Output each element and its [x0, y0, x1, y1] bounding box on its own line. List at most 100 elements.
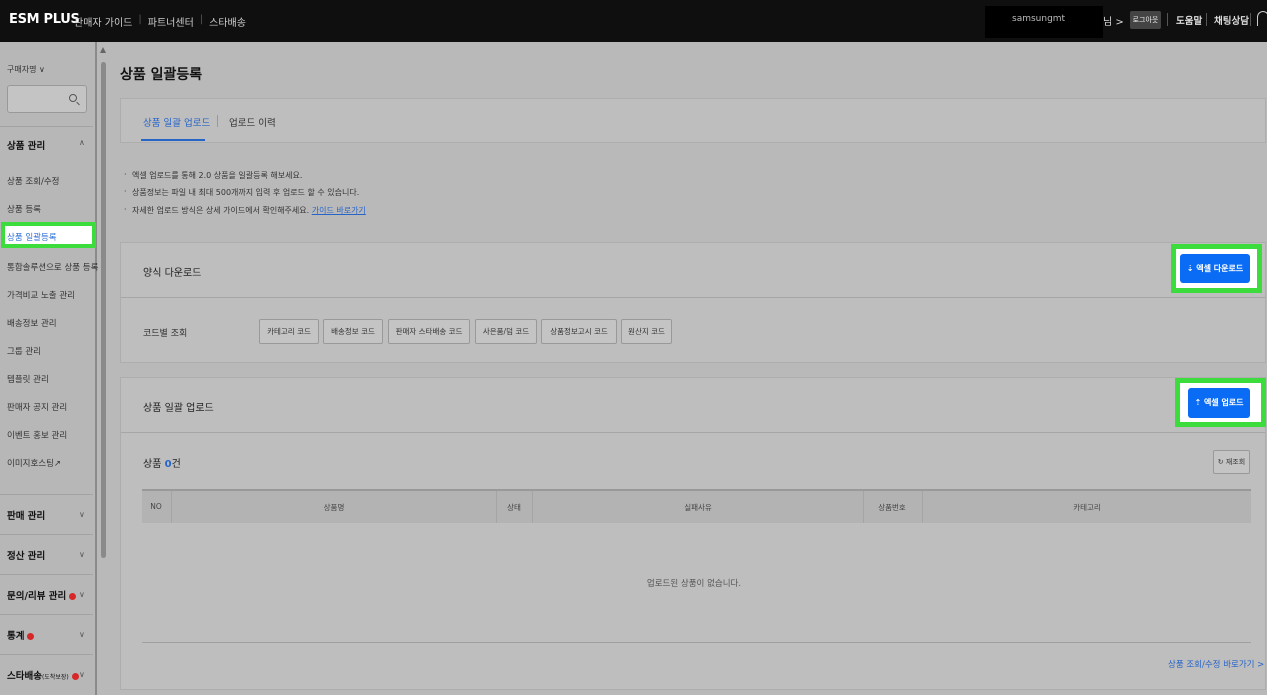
sidebar-section-star-delivery[interactable]: 스타배송(도착보장)	[7, 668, 79, 682]
search-icon[interactable]	[69, 94, 77, 102]
column-status: 상태	[507, 503, 521, 512]
divider	[121, 432, 1265, 433]
top-bar: ESM PLUS 판매자 가이드 | 파트너센터 | 스타배송 samsungm…	[0, 0, 1267, 42]
esm-logo[interactable]: ESM PLUS	[9, 12, 80, 27]
sidebar-search-input[interactable]	[7, 85, 87, 113]
divider	[532, 491, 533, 523]
guide-link[interactable]: 가이드 바로가기	[312, 206, 366, 215]
divider	[0, 614, 93, 615]
help-link[interactable]: 도움말	[1176, 13, 1202, 27]
sidebar-item-event[interactable]: 이벤트 홍보 관리	[7, 429, 67, 441]
bullet: ·	[124, 205, 127, 214]
chevron-down-icon[interactable]: ∨	[79, 590, 85, 599]
chevron-down-icon[interactable]: ∨	[79, 670, 85, 679]
sidebar-section-inquiry[interactable]: 문의/리뷰 관리	[7, 588, 77, 602]
category-code-button[interactable]: 카테고리 코드	[259, 319, 319, 344]
sidebar-item-image-hosting[interactable]: 이미지호스팅↗	[7, 457, 61, 469]
excel-upload-button[interactable]: ⇡ 엑셀 업로드	[1188, 388, 1250, 418]
divider	[217, 115, 218, 127]
bullet: ·	[124, 170, 127, 179]
sidebar-item-shipping-info[interactable]: 배송정보 관리	[7, 317, 57, 329]
divider	[0, 574, 93, 575]
chevron-up-icon[interactable]: ∧	[79, 138, 85, 147]
logout-button[interactable]: 로그아웃	[1130, 11, 1161, 29]
sidebar-section-sales[interactable]: 판매 관리	[7, 508, 45, 522]
column-no: NO	[150, 502, 162, 511]
divider	[0, 494, 93, 495]
excel-download-button[interactable]: ⇣ 엑셀 다운로드	[1180, 254, 1250, 283]
active-tab-indicator	[141, 139, 205, 141]
count-suffix: 건	[171, 459, 181, 470]
reload-button[interactable]: ↻ 재조회	[1213, 450, 1250, 474]
column-category: 카테고리	[1073, 503, 1101, 512]
new-badge-icon	[71, 673, 79, 680]
sidebar-item-template[interactable]: 템플릿 관리	[7, 373, 49, 385]
sidebar-section-settlement[interactable]: 정산 관리	[7, 548, 45, 562]
table-header: NO 상품명 상태 실패사유 상품번호 카테고리	[142, 489, 1251, 523]
section-label: 통계	[7, 631, 25, 642]
sidebar-item-solution-register[interactable]: 통합솔루션으로 상품 등록	[7, 261, 98, 273]
chevron-down-icon[interactable]: ∨	[79, 550, 85, 559]
scroll-up-arrow-icon[interactable]	[100, 47, 106, 53]
notice-text: 자세한 업로드 방식은 상세 가이드에서 확인해주세요.	[132, 206, 310, 215]
gift-code-button[interactable]: 사은품/덤 코드	[475, 319, 537, 344]
divider	[0, 126, 93, 127]
sidebar-item-group[interactable]: 그룹 관리	[7, 345, 41, 357]
shipping-code-button[interactable]: 배송정보 코드	[323, 319, 383, 344]
seller-guide-link[interactable]: 판매자 가이드	[74, 14, 132, 29]
upload-section-title: 상품 일괄 업로드	[143, 403, 214, 414]
product-search-shortcut-link[interactable]: 상품 조회/수정 바로가기 >	[1168, 658, 1264, 670]
column-fail-reason: 실패사유	[684, 503, 712, 512]
sidebar-section-stats[interactable]: 통계	[7, 628, 35, 642]
page-title: 상품 일괄등록	[120, 67, 203, 83]
divider	[171, 491, 172, 523]
divider: |	[199, 14, 204, 25]
origin-code-button[interactable]: 원산지 코드	[621, 319, 672, 344]
notice-line: · 상품정보는 파일 내 최대 500개까지 입력 후 업로드 할 수 있습니다.	[124, 187, 360, 198]
buyer-name-dropdown[interactable]: 구매자명 ∨	[7, 64, 45, 75]
product-count: 상품 0건	[143, 455, 181, 470]
user-suffix[interactable]: 님 >	[1103, 13, 1124, 28]
divider	[1167, 13, 1168, 26]
divider	[1250, 13, 1251, 26]
tab-bulk-upload[interactable]: 상품 일괄 업로드	[143, 115, 210, 129]
divider	[142, 642, 1251, 643]
count-prefix: 상품	[143, 459, 165, 470]
notice-text: 상품정보는 파일 내 최대 500개까지 입력 후 업로드 할 수 있습니다.	[132, 188, 360, 197]
tab-upload-history[interactable]: 업로드 이력	[229, 115, 276, 129]
tab-bar: 상품 일괄 업로드 업로드 이력	[120, 98, 1266, 143]
notice-line: · 엑셀 업로드를 통해 2.0 상품을 일괄등록 해보세요.	[124, 170, 303, 181]
star-delivery-link[interactable]: 스타배송	[209, 14, 246, 29]
count-value: 0	[164, 459, 172, 470]
code-search-label: 코드별 조회	[143, 329, 188, 339]
chat-link[interactable]: 채팅상담	[1214, 13, 1249, 27]
divider	[496, 491, 497, 523]
sidebar-item-price-compare[interactable]: 가격비교 노출 관리	[7, 289, 75, 301]
sidebar-item-product-register[interactable]: 상품 등록	[7, 203, 41, 215]
notice-text: 엑셀 업로드를 통해 2.0 상품을 일괄등록 해보세요.	[132, 171, 303, 180]
chevron-down-icon[interactable]: ∨	[79, 630, 85, 639]
sidebar-section-product[interactable]: 상품 관리	[7, 138, 45, 152]
sidebar-item-product-search[interactable]: 상품 조회/수정	[7, 175, 60, 187]
top-links: 판매자 가이드 | 파트너센터 | 스타배송	[74, 14, 246, 29]
sidebar-scrollbar[interactable]	[100, 42, 108, 695]
bullet: ·	[124, 187, 127, 196]
divider	[0, 654, 93, 655]
bulk-upload-card: 상품 일괄 업로드 상품 0건 ↻ 재조회 NO 상품명 상태 실패사유 상품번…	[120, 377, 1266, 690]
new-badge-icon	[27, 633, 35, 640]
section-sub-label: (도착보장)	[41, 674, 69, 681]
star-delivery-code-button[interactable]: 판매자 스타배송 코드	[388, 319, 470, 344]
bell-icon[interactable]	[1257, 11, 1267, 26]
scroll-thumb[interactable]	[101, 62, 106, 558]
chevron-down-icon[interactable]: ∨	[79, 510, 85, 519]
divider	[121, 297, 1265, 298]
partner-center-link[interactable]: 파트너센터	[148, 14, 194, 29]
new-badge-icon	[69, 593, 77, 600]
sidebar-item-bulk-register[interactable]: 상품 일괄등록	[1, 222, 96, 248]
sidebar-item-seller-notice[interactable]: 판매자 공지 관리	[7, 401, 67, 413]
user-name[interactable]: samsungmt	[1012, 14, 1065, 24]
notice-line: · 자세한 업로드 방식은 상세 가이드에서 확인해주세요. 가이드 바로가기	[124, 205, 366, 216]
product-notice-code-button[interactable]: 상품정보고시 코드	[541, 319, 617, 344]
divider: |	[138, 14, 142, 25]
section-label: 문의/리뷰 관리	[7, 591, 67, 602]
